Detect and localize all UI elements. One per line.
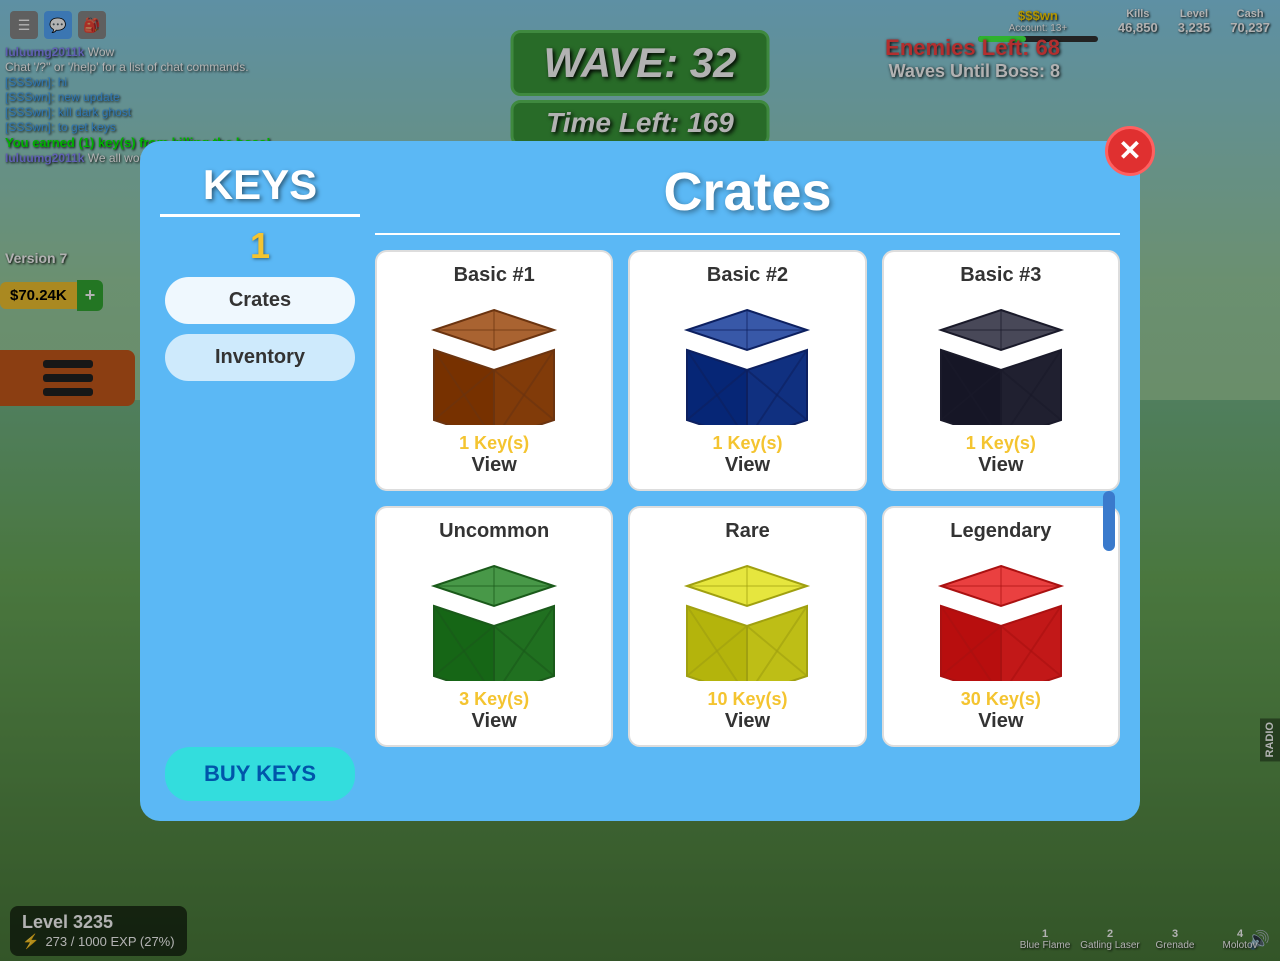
crate-card-1[interactable]: Basic #2 1 Key(s) View <box>628 250 866 491</box>
panel-divider <box>375 233 1120 235</box>
modal-overlay: ✕ KEYS 1 Crates Inventory BUY KEYS Crate… <box>0 0 1280 961</box>
crate-keys-0: 1 Key(s) <box>389 433 599 454</box>
crate-card-0[interactable]: Basic #1 1 Key(s) View <box>375 250 613 491</box>
crate-view-3: View <box>389 710 599 733</box>
crate-card-3[interactable]: Uncommon 3 Key(s) View <box>375 506 613 747</box>
crates-nav-button[interactable]: Crates <box>165 277 355 324</box>
crates-modal: ✕ KEYS 1 Crates Inventory BUY KEYS Crate… <box>140 141 1140 821</box>
keys-count: 1 <box>160 225 360 267</box>
crate-name-5: Legendary <box>896 520 1106 543</box>
close-icon: ✕ <box>1118 134 1141 167</box>
crate-view-1: View <box>642 454 852 477</box>
keys-title: KEYS <box>160 161 360 217</box>
crate-keys-4: 10 Key(s) <box>642 689 852 710</box>
crate-name-3: Uncommon <box>389 520 599 543</box>
crate-card-4[interactable]: Rare 10 Key(s) View <box>628 506 866 747</box>
crate-keys-2: 1 Key(s) <box>896 433 1106 454</box>
crate-name-2: Basic #3 <box>896 264 1106 287</box>
inventory-nav-button[interactable]: Inventory <box>165 334 355 381</box>
crate-view-0: View <box>389 454 599 477</box>
crate-visual-0 <box>414 295 574 425</box>
crate-keys-3: 3 Key(s) <box>389 689 599 710</box>
buy-keys-button[interactable]: BUY KEYS <box>165 747 355 801</box>
crate-name-4: Rare <box>642 520 852 543</box>
keys-section: KEYS 1 <box>160 161 360 267</box>
crate-view-2: View <box>896 454 1106 477</box>
crate-view-5: View <box>896 710 1106 733</box>
modal-left-panel: KEYS 1 Crates Inventory BUY KEYS <box>160 161 360 801</box>
scroll-track[interactable] <box>1103 491 1115 691</box>
close-button[interactable]: ✕ <box>1105 126 1155 176</box>
crate-view-4: View <box>642 710 852 733</box>
crate-card-2[interactable]: Basic #3 1 Key(s) View <box>882 250 1120 491</box>
scroll-thumb <box>1103 491 1115 551</box>
crates-grid: Basic #1 1 Key(s) View Basic #2 <box>375 250 1120 747</box>
crate-card-5[interactable]: Legendary 30 Key(s) View <box>882 506 1120 747</box>
crate-visual-4 <box>667 551 827 681</box>
crate-keys-5: 30 Key(s) <box>896 689 1106 710</box>
crate-keys-1: 1 Key(s) <box>642 433 852 454</box>
crate-name-1: Basic #2 <box>642 264 852 287</box>
crate-name-0: Basic #1 <box>389 264 599 287</box>
crate-visual-5 <box>921 551 1081 681</box>
crate-visual-3 <box>414 551 574 681</box>
crate-visual-2 <box>921 295 1081 425</box>
modal-right-panel: Crates Basic #1 1 Key(s) View Basic #2 <box>375 161 1120 801</box>
panel-title: Crates <box>375 161 1120 223</box>
crate-visual-1 <box>667 295 827 425</box>
